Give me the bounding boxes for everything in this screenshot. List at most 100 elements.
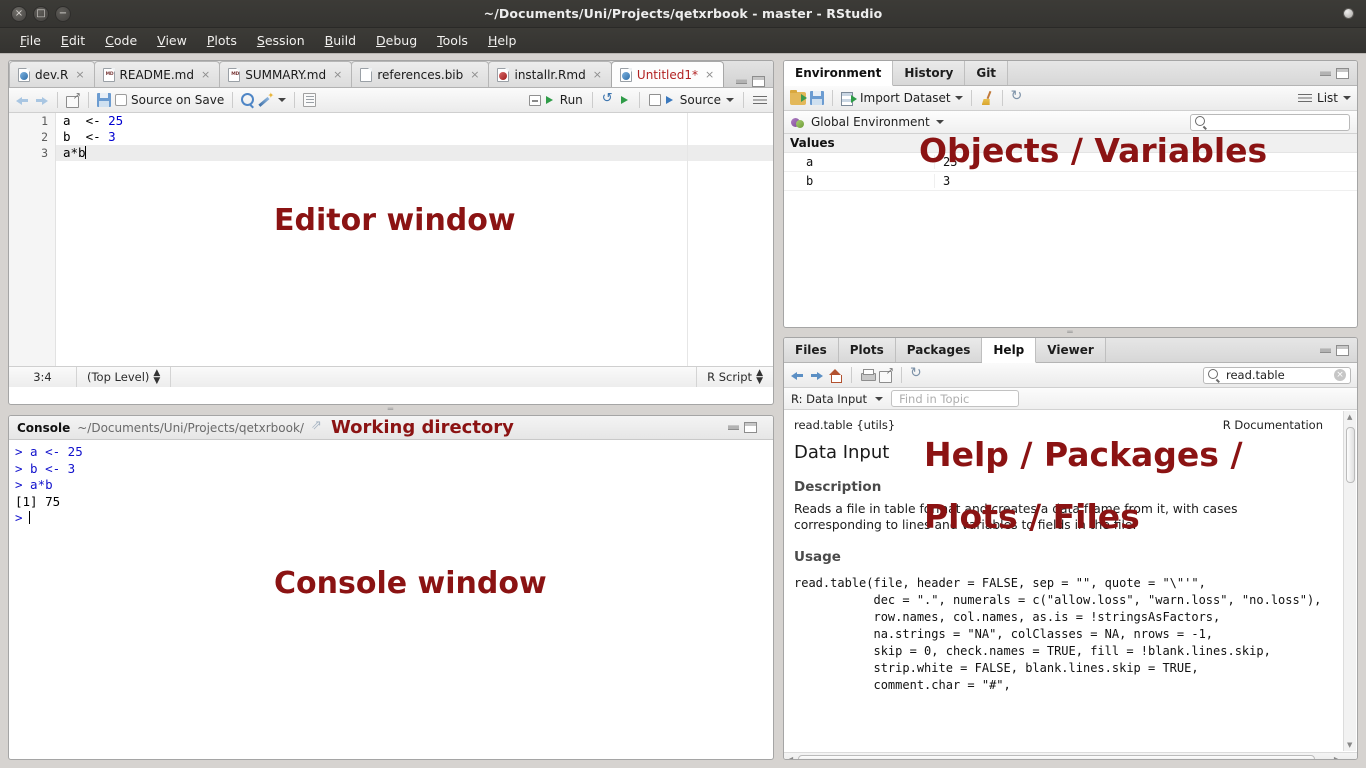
- menu-plots[interactable]: Plots: [197, 31, 247, 50]
- document-outline-icon[interactable]: [753, 95, 767, 106]
- scroll-down-icon[interactable]: ▼: [1347, 741, 1352, 749]
- maximize-pane-icon[interactable]: [752, 76, 765, 87]
- chevron-down-icon[interactable]: [278, 98, 286, 102]
- menu-edit[interactable]: Edit: [51, 31, 95, 50]
- console-working-directory[interactable]: ~/Documents/Uni/Projects/qetxrbook/: [77, 421, 304, 435]
- show-in-new-window-icon[interactable]: [66, 94, 80, 107]
- tab-files[interactable]: Files: [784, 338, 839, 362]
- import-dataset-icon[interactable]: [841, 92, 856, 105]
- environment-search-input[interactable]: [1211, 114, 1345, 130]
- scope-chevron-icon[interactable]: [936, 120, 944, 124]
- console-output[interactable]: > a <- 25 > b <- 3 > a*b [1] 75 > Consol…: [9, 440, 773, 737]
- help-home-icon[interactable]: [828, 369, 843, 382]
- help-topic-selector-label[interactable]: R: Data Input: [791, 392, 867, 406]
- maximize-pane-icon[interactable]: [1336, 68, 1349, 79]
- show-in-new-window-icon[interactable]: [879, 369, 893, 382]
- close-tab-icon[interactable]: ×: [75, 68, 84, 81]
- close-tab-icon[interactable]: ×: [705, 68, 714, 81]
- tab-git[interactable]: Git: [965, 61, 1008, 85]
- refresh-environment-icon[interactable]: [1011, 91, 1025, 105]
- save-icon[interactable]: [97, 93, 111, 107]
- minimize-pane-icon[interactable]: [1320, 348, 1331, 353]
- scroll-left-icon[interactable]: ◀: [787, 755, 793, 760]
- tab-plots[interactable]: Plots: [839, 338, 896, 362]
- editor-code-lines[interactable]: a <- 25 b <- 3 a*b: [56, 113, 773, 366]
- topic-chevron-icon[interactable]: [875, 397, 883, 401]
- refresh-help-icon[interactable]: [910, 368, 924, 382]
- scroll-up-icon[interactable]: ▲: [1347, 413, 1352, 421]
- editor-tab-installr-rmd[interactable]: installr.Rmd ×: [488, 61, 611, 87]
- scrollbar-thumb[interactable]: [798, 755, 1315, 760]
- source-button-label[interactable]: Source: [680, 93, 721, 107]
- menu-file[interactable]: FFileile: [10, 31, 51, 50]
- compile-report-icon[interactable]: [303, 93, 316, 107]
- back-arrow-icon[interactable]: [15, 94, 30, 107]
- view-mode-chevron-icon[interactable]: [1343, 96, 1351, 100]
- menu-view[interactable]: View: [147, 31, 197, 50]
- source-icon[interactable]: [649, 94, 661, 106]
- list-view-icon[interactable]: [1298, 93, 1312, 104]
- print-icon[interactable]: [860, 369, 875, 382]
- tab-environment[interactable]: Environment: [784, 61, 893, 86]
- environment-search-box[interactable]: [1190, 114, 1350, 131]
- editor-tab-references-bib[interactable]: references.bib ×: [351, 61, 489, 87]
- find-replace-icon[interactable]: [241, 93, 255, 107]
- tab-history[interactable]: History: [893, 61, 965, 85]
- help-search-box[interactable]: ×: [1203, 367, 1351, 384]
- maximize-pane-icon[interactable]: [1336, 345, 1349, 356]
- forward-arrow-icon[interactable]: [34, 94, 49, 107]
- menu-build[interactable]: Build: [315, 31, 366, 50]
- close-tab-icon[interactable]: ×: [333, 68, 342, 81]
- editor-tab-untitled1[interactable]: Untitled1* ×: [611, 61, 724, 87]
- find-in-topic-input[interactable]: [897, 391, 1013, 407]
- code-tools-icon[interactable]: [259, 93, 274, 107]
- scroll-right-icon[interactable]: ▶: [1334, 755, 1340, 760]
- import-dataset-chevron-icon[interactable]: [955, 96, 963, 100]
- menu-help[interactable]: Help: [478, 31, 527, 50]
- table-row[interactable]: b 3: [784, 172, 1357, 191]
- help-document[interactable]: read.table {utils} R Documentation Data …: [784, 410, 1357, 752]
- menu-session[interactable]: Session: [247, 31, 315, 50]
- view-mode-label[interactable]: List: [1317, 91, 1338, 105]
- maximize-pane-icon[interactable]: [744, 422, 757, 433]
- close-tab-icon[interactable]: ×: [470, 68, 479, 81]
- pane-splitter-horizontal[interactable]: ═: [8, 405, 774, 415]
- minimize-pane-icon[interactable]: [736, 79, 747, 84]
- help-vertical-scrollbar[interactable]: ▲ ▼: [1343, 411, 1356, 751]
- run-icon[interactable]: [529, 95, 541, 106]
- editor-code-area[interactable]: 1 2 3 a <- 25 b <- 3 a*b Editor window: [9, 113, 773, 366]
- source-on-save-checkbox[interactable]: [115, 94, 127, 106]
- tab-viewer[interactable]: Viewer: [1036, 338, 1105, 362]
- menu-code[interactable]: Code: [95, 31, 147, 50]
- help-horizontal-scrollbar[interactable]: ◀ ▶: [784, 752, 1357, 760]
- environment-scope-label[interactable]: Global Environment: [811, 115, 930, 129]
- tab-help[interactable]: Help: [982, 338, 1036, 363]
- load-workspace-icon[interactable]: [790, 92, 806, 105]
- save-workspace-icon[interactable]: [810, 91, 824, 105]
- scrollbar-thumb[interactable]: [1346, 427, 1355, 483]
- close-tab-icon[interactable]: ×: [201, 68, 210, 81]
- editor-tab-dev-r[interactable]: dev.R ×: [9, 61, 95, 87]
- help-back-icon[interactable]: [790, 369, 805, 382]
- tab-packages[interactable]: Packages: [896, 338, 983, 362]
- file-type-selector[interactable]: R Script ▲▼: [696, 367, 773, 387]
- editor-tab-summary-md[interactable]: SUMMARY.md ×: [219, 61, 352, 87]
- editor-tab-readme-md[interactable]: README.md ×: [94, 61, 221, 87]
- help-forward-icon[interactable]: [809, 369, 824, 382]
- menu-tools[interactable]: Tools: [427, 31, 478, 50]
- open-working-directory-icon[interactable]: [311, 422, 324, 434]
- source-dropdown-chevron-icon[interactable]: [726, 98, 734, 102]
- minimize-pane-icon[interactable]: [1320, 71, 1331, 76]
- clear-workspace-icon[interactable]: [980, 91, 994, 105]
- environment-object-list[interactable]: Values a 25 b 3 Objects / Variables: [784, 134, 1357, 320]
- rerun-icon[interactable]: [602, 94, 616, 107]
- run-button-label[interactable]: Run: [560, 93, 583, 107]
- minimize-pane-icon[interactable]: [728, 425, 739, 430]
- scope-selector[interactable]: (Top Level) ▲▼: [77, 367, 171, 387]
- menu-debug[interactable]: Debug: [366, 31, 427, 50]
- import-dataset-label[interactable]: Import Dataset: [860, 91, 951, 105]
- close-tab-icon[interactable]: ×: [593, 68, 602, 81]
- clear-search-icon[interactable]: ×: [1334, 369, 1346, 381]
- help-search-input[interactable]: [1224, 367, 1330, 383]
- find-in-topic-box[interactable]: [891, 390, 1019, 407]
